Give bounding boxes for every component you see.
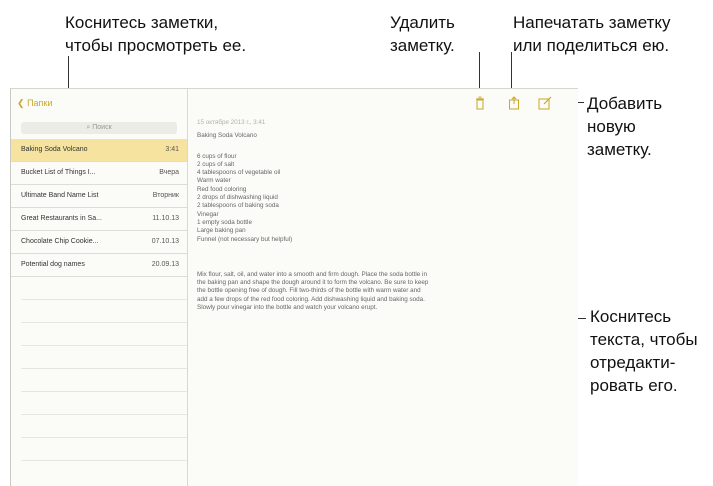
paragraph-line[interactable]: the bottle opening free of dough. Fill t…	[197, 287, 557, 295]
callout-tap-text: Коснитесь текста, чтобы отредакти- роват…	[590, 305, 698, 397]
ingredient-line[interactable]: 1 empty soda bottle	[197, 219, 557, 227]
divider	[21, 322, 187, 323]
ingredient-line[interactable]: 2 drops of dishwashing liquid	[197, 194, 557, 202]
notes-list: Baking Soda Volcano 3:41 Bucket List of …	[11, 139, 187, 277]
divider	[21, 460, 187, 461]
ingredient-line[interactable]: Warm water	[197, 177, 557, 185]
divider	[21, 368, 187, 369]
divider	[21, 345, 187, 346]
search-icon: ⌕	[86, 124, 91, 131]
callout-line: Коснитесь заметки,	[65, 13, 219, 32]
callout-line: Удалить	[390, 13, 455, 32]
note-heading[interactable]: Baking Soda Volcano	[197, 132, 557, 140]
back-button[interactable]: ❮ Папки	[17, 98, 52, 109]
paragraph-line[interactable]: Mix flour, salt, oil, and water into a s…	[197, 271, 557, 279]
callout-line: отредакти-	[590, 353, 676, 372]
ingredient-line[interactable]: 2 tablespoons of baking soda	[197, 202, 557, 210]
note-date: 20.09.13	[151, 261, 179, 268]
ingredient-line[interactable]: Red food coloring	[197, 186, 557, 194]
divider	[21, 391, 187, 392]
callout-line: Напечатать заметку	[513, 13, 671, 32]
note-title: Potential dog names	[21, 261, 85, 268]
callout-line: чтобы просмотреть ее.	[65, 36, 247, 55]
callout-line: Коснитесь	[590, 307, 672, 326]
callout-line: заметку.	[587, 140, 652, 159]
ingredient-line[interactable]: 2 cups of salt	[197, 161, 557, 169]
note-editor[interactable]: 15 октября 2013 г., 3:41 Baking Soda Vol…	[197, 119, 557, 312]
notes-sidebar: ❮ Папки ⌕ Поиск Baking Soda Volcano 3:41…	[11, 89, 188, 486]
callout-print-share: Напечатать заметку или поделиться ею.	[513, 11, 671, 57]
notes-list-item[interactable]: Baking Soda Volcano 3:41	[11, 139, 187, 162]
callout-line: или поделиться ею.	[513, 36, 670, 55]
callout-delete-note: Удалить заметку.	[390, 11, 455, 57]
note-title: Baking Soda Volcano	[21, 146, 88, 153]
divider	[21, 437, 187, 438]
search-field[interactable]: ⌕ Поиск	[21, 122, 177, 134]
callout-line: новую	[587, 117, 636, 136]
callout-add-note: Добавить новую заметку.	[587, 92, 662, 161]
back-label: Папки	[27, 98, 53, 108]
notes-list-item[interactable]: Bucket List of Things I... Вчера	[11, 162, 187, 185]
paragraph-line[interactable]: the baking pan and shape the dough aroun…	[197, 279, 557, 287]
notes-app-screen: ❮ Папки ⌕ Поиск Baking Soda Volcano 3:41…	[10, 88, 578, 486]
ingredient-line[interactable]: 6 cups of flour	[197, 153, 557, 161]
callout-line: ровать его.	[590, 376, 678, 395]
note-date: 3:41	[165, 146, 179, 153]
notes-list-item[interactable]: Potential dog names 20.09.13	[11, 254, 187, 277]
trash-icon[interactable]	[475, 96, 485, 110]
note-date: 11.10.13	[152, 215, 179, 222]
notes-list-item[interactable]: Great Restaurants in Sa... 11.10.13	[11, 208, 187, 231]
callout-line: заметку.	[390, 36, 455, 55]
ingredient-line[interactable]: Vinegar	[197, 211, 557, 219]
divider	[21, 414, 187, 415]
note-date: Вчера	[159, 169, 179, 176]
share-icon[interactable]	[508, 96, 519, 110]
note-date: Вторник	[152, 192, 179, 199]
note-title: Bucket List of Things I...	[21, 169, 96, 176]
search-placeholder: Поиск	[92, 124, 112, 131]
note-date: 07.10.13	[151, 238, 179, 245]
note-title: Chocolate Chip Cookie...	[21, 238, 99, 245]
ingredients-list[interactable]: 6 cups of flour 2 cups of salt 4 tablesp…	[197, 153, 557, 244]
notes-list-item[interactable]: Chocolate Chip Cookie... 07.10.13	[11, 231, 187, 254]
paragraph-line[interactable]: Slowly pour vinegar into the bottle and …	[197, 304, 557, 312]
instructions-paragraph[interactable]: Mix flour, salt, oil, and water into a s…	[197, 271, 557, 312]
ingredient-line[interactable]: Funnel (not necessary but helpful)	[197, 236, 557, 244]
paragraph-line[interactable]: add a few drops of the red food coloring…	[197, 296, 557, 304]
notes-list-item[interactable]: Ultimate Band Name List Вторник	[11, 185, 187, 208]
note-title: Great Restaurants in Sa...	[21, 215, 102, 222]
note-title: Ultimate Band Name List	[21, 192, 99, 199]
divider	[21, 299, 187, 300]
callout-line: текста, чтобы	[590, 330, 698, 349]
callout-tap-note: Коснитесь заметки, чтобы просмотреть ее.	[65, 11, 246, 57]
ingredient-line[interactable]: Large baking pan	[197, 227, 557, 235]
compose-icon[interactable]	[538, 96, 552, 110]
ingredient-line[interactable]: 4 tablespoons of vegetable oil	[197, 169, 557, 177]
callout-line: Добавить	[587, 94, 663, 113]
note-timestamp: 15 октября 2013 г., 3:41	[197, 119, 266, 126]
chevron-left-icon: ❮	[17, 98, 25, 108]
